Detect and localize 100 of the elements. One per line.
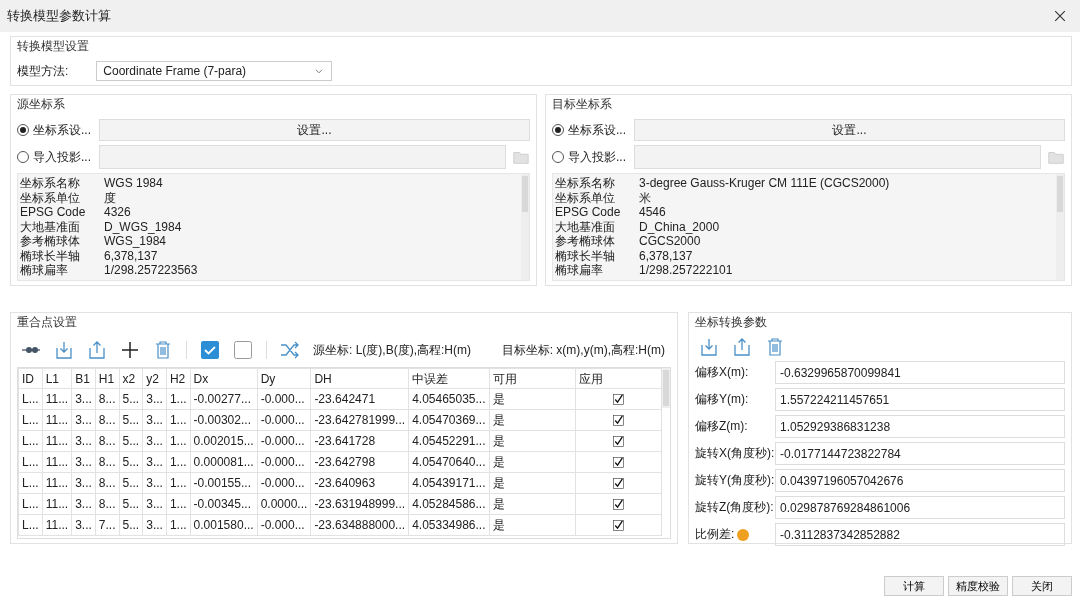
field-label: 偏移Y(m): bbox=[695, 391, 749, 408]
model-method-dropdown[interactable]: Coordinate Frame (7-para) bbox=[96, 61, 333, 81]
checkbox[interactable] bbox=[611, 435, 625, 449]
table-cell: -0.00155... bbox=[190, 472, 258, 494]
column-header[interactable]: H1 bbox=[95, 368, 120, 389]
table-cell: 11... bbox=[42, 514, 72, 536]
table-cell: 是 bbox=[489, 514, 576, 536]
group-title: 源坐标系 bbox=[17, 96, 66, 113]
property-value: 6,378,137 bbox=[639, 248, 694, 263]
table-cell: L... bbox=[18, 493, 43, 515]
property-label: 椭球扁率 bbox=[555, 263, 604, 278]
export-icon[interactable] bbox=[732, 337, 752, 357]
checkbox[interactable] bbox=[611, 477, 625, 491]
close-icon[interactable] bbox=[1052, 8, 1068, 24]
scrollbar[interactable] bbox=[1056, 174, 1064, 280]
column-header[interactable]: B1 bbox=[71, 368, 96, 389]
scrollbar[interactable] bbox=[662, 368, 670, 409]
param-field[interactable]: 1.557224211457651 bbox=[775, 388, 1065, 411]
checkbox[interactable] bbox=[611, 498, 625, 512]
checked-box-icon[interactable] bbox=[200, 340, 220, 361]
import-icon[interactable] bbox=[54, 340, 74, 361]
table-cell: 4.05439171... bbox=[408, 472, 490, 494]
table-cell: 3... bbox=[71, 472, 96, 494]
checkbox[interactable] bbox=[611, 393, 625, 407]
settings-button[interactable]: 设置... bbox=[99, 119, 530, 141]
trash-icon[interactable] bbox=[153, 340, 173, 361]
column-header[interactable]: H2 bbox=[166, 368, 191, 389]
table-cell: 4.05465035... bbox=[408, 388, 490, 410]
param-field[interactable]: -0.0177144723822784 bbox=[775, 442, 1065, 465]
column-header[interactable]: y2 bbox=[142, 368, 167, 389]
property-value: D_WGS_1984 bbox=[104, 219, 183, 234]
file-path-field[interactable] bbox=[634, 145, 1041, 169]
table-cell: L... bbox=[18, 451, 43, 473]
checkbox[interactable] bbox=[611, 456, 625, 470]
column-header[interactable]: x2 bbox=[119, 368, 143, 389]
table-cell: 4.05452291... bbox=[408, 430, 490, 452]
column-header[interactable]: Dx bbox=[190, 368, 258, 389]
param-field[interactable]: -0.3112837342852882 bbox=[775, 523, 1065, 546]
radio-option[interactable]: 导入投影... bbox=[17, 148, 93, 166]
table-cell: 4.05334986... bbox=[408, 514, 490, 536]
table-cell: 1... bbox=[166, 430, 191, 452]
column-header[interactable]: 中误差 bbox=[408, 368, 490, 389]
property-value: WGS_1984 bbox=[104, 234, 168, 249]
table-cell: 1... bbox=[166, 451, 191, 473]
table-cell: 0.001580... bbox=[190, 514, 258, 536]
column-header[interactable]: 应用 bbox=[575, 368, 662, 389]
param-field[interactable]: 1.052929386831238 bbox=[775, 415, 1065, 438]
table-cell: 4.05284586... bbox=[408, 493, 490, 515]
dialog-button[interactable]: 关闭 bbox=[1012, 576, 1072, 596]
group-title: 转换模型设置 bbox=[17, 38, 90, 55]
file-path-field[interactable] bbox=[99, 145, 506, 169]
property-value: CGCS2000 bbox=[639, 234, 702, 249]
table-cell: 5... bbox=[119, 472, 143, 494]
checkbox[interactable] bbox=[611, 414, 625, 428]
table-cell: 8... bbox=[95, 493, 120, 515]
import-icon[interactable] bbox=[699, 337, 719, 357]
settings-button[interactable]: 设置... bbox=[634, 119, 1065, 141]
trash-icon[interactable] bbox=[765, 337, 785, 357]
table-cell: 是 bbox=[489, 430, 576, 452]
dialog-button[interactable]: 精度校验 bbox=[948, 576, 1008, 596]
property-value: 3-degree Gauss-Kruger CM 111E (CGCS2000) bbox=[639, 176, 891, 191]
table-cell: 3... bbox=[71, 493, 96, 515]
plus-icon[interactable] bbox=[120, 340, 140, 361]
column-header[interactable]: Dy bbox=[257, 368, 311, 389]
window-title: 转换模型参数计算 bbox=[7, 7, 111, 25]
table-cell: L... bbox=[18, 388, 43, 410]
table-cell: L... bbox=[18, 514, 43, 536]
column-header[interactable]: 可用 bbox=[489, 368, 576, 389]
property-label: 参考椭球体 bbox=[20, 234, 81, 249]
param-field[interactable]: 0.04397196057042676 bbox=[775, 469, 1065, 492]
property-label: EPSG Code bbox=[555, 205, 622, 220]
table-cell: L... bbox=[18, 472, 43, 494]
table-cell: 5... bbox=[119, 409, 143, 431]
property-value: 4326 bbox=[104, 205, 132, 220]
empty-box-icon[interactable] bbox=[233, 340, 253, 361]
radio-option[interactable]: 导入投影... bbox=[552, 148, 628, 166]
table-cell: 5... bbox=[119, 388, 143, 410]
export-icon[interactable] bbox=[87, 340, 107, 361]
shuffle-icon[interactable] bbox=[280, 340, 300, 361]
dialog-button[interactable]: 计算 bbox=[884, 576, 944, 596]
table-cell: 4.05470369... bbox=[408, 409, 490, 431]
column-header[interactable]: L1 bbox=[42, 368, 72, 389]
table-cell: -0.00345... bbox=[190, 493, 258, 515]
table-cell: 3... bbox=[142, 430, 167, 452]
field-label: 偏移X(m): bbox=[695, 364, 749, 381]
scrollbar[interactable] bbox=[521, 174, 529, 280]
table-cell: -0.000... bbox=[257, 472, 311, 494]
property-value: 米 bbox=[639, 190, 652, 205]
table-cell: 是 bbox=[489, 388, 576, 410]
checkbox[interactable] bbox=[611, 519, 625, 533]
radio-option[interactable]: 坐标系设... bbox=[17, 121, 93, 139]
table-cell: 8... bbox=[95, 451, 120, 473]
help-icon[interactable] bbox=[737, 528, 750, 541]
radio-option[interactable]: 坐标系设... bbox=[552, 121, 628, 139]
group-title: 重合点设置 bbox=[17, 314, 78, 331]
column-header[interactable]: DH bbox=[310, 368, 409, 389]
column-header[interactable]: ID bbox=[18, 368, 43, 389]
table-cell: 5... bbox=[119, 493, 143, 515]
param-field[interactable]: 0.029878769284861006 bbox=[775, 496, 1065, 519]
param-field[interactable]: -0.6329965870099841 bbox=[775, 361, 1065, 384]
